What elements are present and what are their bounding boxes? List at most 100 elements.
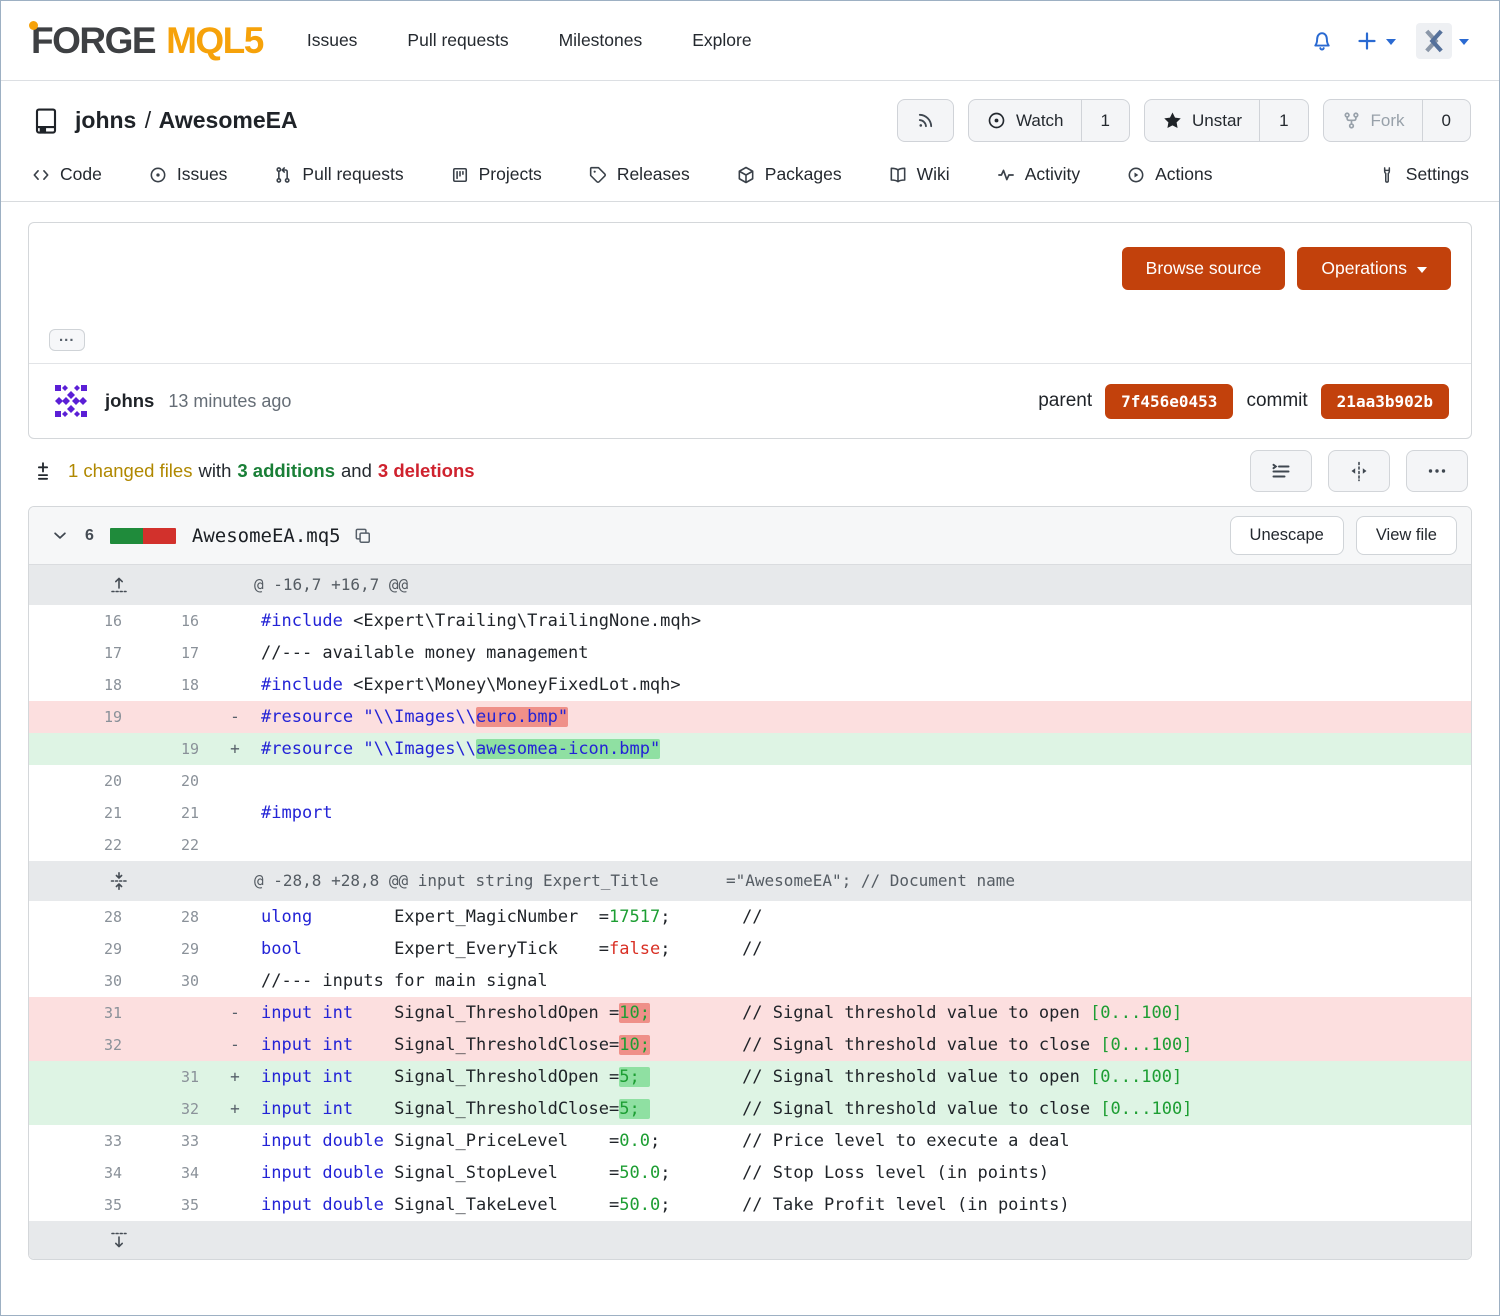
tab-activity[interactable]: Activity [996,164,1080,185]
repo-name-link[interactable]: AwesomeEA [159,107,298,133]
old-line-number[interactable]: 30 [29,965,134,997]
context-line-row: 3434input double Signal_StopLevel =50.0;… [29,1157,1471,1189]
nav-milestones[interactable]: Milestones [559,30,643,51]
nav-issues[interactable]: Issues [307,30,358,51]
browse-source-button[interactable]: Browse source [1122,247,1286,290]
diff-marker [209,669,261,701]
copy-file-path-icon[interactable] [353,526,373,546]
fork-button[interactable]: Fork [1324,100,1422,141]
tab-wiki[interactable]: Wiki [888,164,950,185]
diff-marker [209,797,261,829]
old-line-number[interactable]: 17 [29,637,134,669]
tab-actions[interactable]: Actions [1126,164,1212,185]
old-line-number[interactable] [29,1061,134,1093]
new-line-number[interactable]: 22 [134,829,209,861]
context-line-row: 3333input double Signal_PriceLevel =0.0;… [29,1125,1471,1157]
unstar-button[interactable]: Unstar [1145,100,1259,141]
create-new-button[interactable] [1355,29,1396,53]
nav-explore[interactable]: Explore [692,30,751,51]
old-line-number[interactable]: 21 [29,797,134,829]
diff-marker: + [209,1061,261,1093]
old-line-number[interactable]: 28 [29,901,134,933]
show-full-message-button[interactable]: ... [49,329,85,351]
old-line-number[interactable]: 32 [29,1029,134,1061]
notifications-bell-icon[interactable] [1309,28,1335,54]
added-line-row: 31+input int Signal_ThresholdOpen =5; //… [29,1061,1471,1093]
view-file-button[interactable]: View file [1356,516,1457,555]
rss-button[interactable] [897,99,954,142]
old-line-number[interactable]: 34 [29,1157,134,1189]
repo-owner-link[interactable]: johns [75,107,136,133]
diff-marker [209,1157,261,1189]
watch-count[interactable]: 1 [1081,100,1129,141]
user-avatar[interactable] [1416,23,1452,59]
tab-releases[interactable]: Releases [588,164,690,185]
old-line-number[interactable]: 31 [29,997,134,1029]
deletions-count: 3 deletions [378,460,475,482]
old-line-number[interactable]: 35 [29,1189,134,1221]
new-line-number[interactable]: 21 [134,797,209,829]
old-line-number[interactable]: 33 [29,1125,134,1157]
tab-pull-requests[interactable]: Pull requests [273,164,403,185]
star-count[interactable]: 1 [1259,100,1307,141]
diff-marker [209,829,261,861]
old-line-number[interactable]: 29 [29,933,134,965]
old-line-number[interactable]: 16 [29,605,134,637]
new-line-number[interactable]: 34 [134,1157,209,1189]
expand-up-down-icon[interactable] [29,861,209,901]
diff-marker: + [209,733,261,765]
operations-button[interactable]: Operations [1297,247,1451,290]
new-line-number[interactable] [134,701,209,733]
new-line-number[interactable] [134,1029,209,1061]
tab-settings[interactable]: Settings [1377,164,1469,185]
ellipsis-icon [1425,459,1449,483]
tab-projects[interactable]: Projects [450,164,542,185]
old-line-number[interactable]: 18 [29,669,134,701]
site-logo[interactable]: FORGE MQL5 [31,20,263,62]
tab-issues[interactable]: Issues [148,164,228,185]
parent-hash-button[interactable]: 7f456e0453 [1105,384,1233,419]
diff-more-options-button[interactable] [1406,450,1468,492]
collapse-file-chevron-icon[interactable] [51,527,69,545]
unified-diff-button[interactable] [1250,450,1312,492]
unstar-button-group: Unstar 1 [1144,99,1309,142]
new-line-number[interactable]: 20 [134,765,209,797]
watch-button[interactable]: Watch [969,100,1081,141]
new-line-number[interactable]: 19 [134,733,209,765]
commit-label: commit [1246,390,1307,412]
new-line-number[interactable]: 17 [134,637,209,669]
user-menu[interactable] [1416,23,1469,59]
expand-down-icon[interactable] [29,1221,209,1259]
new-line-number[interactable]: 28 [134,901,209,933]
changed-files-link[interactable]: 1 changed files [68,460,192,482]
new-line-number[interactable]: 35 [134,1189,209,1221]
commit-hash-button[interactable]: 21aa3b902b [1321,384,1449,419]
old-line-number[interactable] [29,733,134,765]
repo-header: johns / AwesomeEA Watch 1 Unstar 1 [1,81,1499,148]
new-line-number[interactable]: 33 [134,1125,209,1157]
new-line-number[interactable]: 18 [134,669,209,701]
expand-row [29,1221,1471,1259]
expand-up-icon[interactable] [29,565,209,605]
tab-packages[interactable]: Packages [736,164,842,185]
logo-mql5-text: MQL5 [166,20,263,62]
new-line-number[interactable]: 32 [134,1093,209,1125]
old-line-number[interactable]: 19 [29,701,134,733]
split-diff-button[interactable] [1328,450,1390,492]
author-avatar[interactable] [51,381,91,421]
new-line-number[interactable]: 29 [134,933,209,965]
new-line-number[interactable] [134,997,209,1029]
old-line-number[interactable]: 22 [29,829,134,861]
caret-down-icon [1459,39,1469,45]
watch-button-group: Watch 1 [968,99,1130,142]
new-line-number[interactable]: 16 [134,605,209,637]
nav-pull-requests[interactable]: Pull requests [407,30,508,51]
old-line-number[interactable] [29,1093,134,1125]
author-name-link[interactable]: johns [105,390,154,412]
old-line-number[interactable]: 20 [29,765,134,797]
unescape-button[interactable]: Unescape [1230,516,1344,555]
new-line-number[interactable]: 30 [134,965,209,997]
tab-code[interactable]: Code [31,164,102,185]
fork-count[interactable]: 0 [1422,100,1470,141]
new-line-number[interactable]: 31 [134,1061,209,1093]
